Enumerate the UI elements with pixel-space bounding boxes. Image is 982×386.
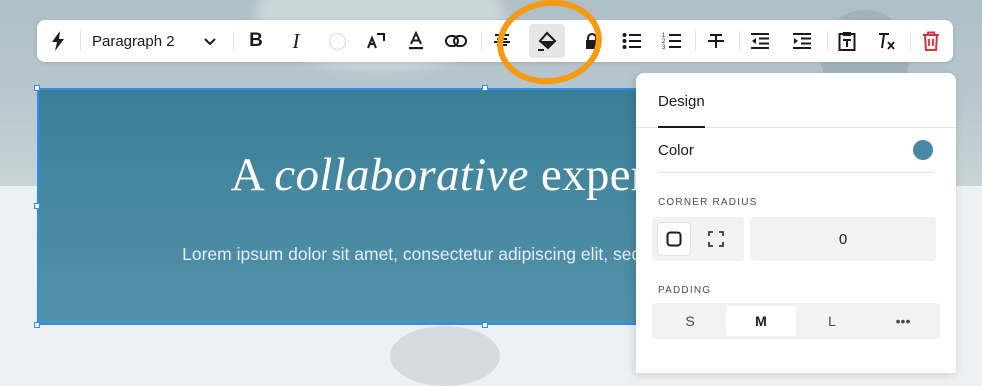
padding-option-m[interactable]: M (726, 306, 796, 336)
chevron-down-icon (204, 33, 216, 50)
paste-text-icon[interactable] (832, 26, 862, 56)
strikethrough-icon[interactable] (701, 26, 731, 56)
numbered-list-icon[interactable]: 123 (657, 26, 687, 56)
background-shape (390, 326, 500, 386)
clear-format-icon[interactable] (872, 26, 902, 56)
resize-handle-bottom-left[interactable] (34, 322, 40, 328)
resize-handle-top[interactable] (482, 85, 488, 91)
padding-label: PADDING (658, 285, 712, 296)
corner-radius-toggle (652, 217, 744, 261)
padding-option-s[interactable]: S (655, 306, 725, 336)
panel-divider (658, 172, 934, 173)
toolbar-divider (233, 31, 234, 51)
toolbar-divider (481, 31, 482, 51)
text-formatting-toolbar: Paragraph 2 B I 123 (37, 20, 953, 62)
padding-more-icon[interactable]: ••• (868, 306, 938, 336)
tab-design[interactable]: Design (658, 93, 705, 110)
align-icon[interactable] (487, 26, 517, 56)
paragraph-style-value: Paragraph 2 (92, 32, 175, 50)
trash-icon[interactable] (916, 26, 946, 56)
text-highlight-icon[interactable] (401, 26, 431, 56)
resize-handle-top-left[interactable] (34, 85, 40, 91)
color-swatch[interactable] (913, 140, 933, 160)
fill-icon[interactable] (529, 24, 565, 58)
bold-icon[interactable]: B (241, 26, 271, 56)
svg-text:3: 3 (662, 45, 666, 51)
uniform-corners-icon[interactable] (658, 223, 690, 255)
design-panel: Design Color CORNER RADIUS 0 PADDING S M… (636, 73, 956, 373)
outdent-icon[interactable] (745, 26, 775, 56)
resize-handle-left[interactable] (34, 203, 40, 209)
indent-icon[interactable] (787, 26, 817, 56)
individual-corners-icon[interactable] (700, 223, 732, 255)
tab-active-indicator (658, 126, 705, 128)
toolbar-divider (827, 31, 828, 51)
lock-icon[interactable] (577, 26, 607, 56)
text-color-icon[interactable] (322, 26, 352, 56)
resize-handle-bottom[interactable] (482, 322, 488, 328)
italic-icon[interactable]: I (281, 26, 311, 56)
bulleted-list-icon[interactable] (617, 26, 647, 56)
toolbar-divider (910, 31, 911, 51)
color-label: Color (658, 142, 694, 159)
corner-radius-label: CORNER RADIUS (658, 197, 758, 208)
corner-radius-input[interactable]: 0 (750, 217, 936, 261)
paragraph-style-dropdown[interactable]: Paragraph 2 (84, 26, 224, 56)
toolbar-divider (80, 31, 81, 51)
toolbar-divider (739, 31, 740, 51)
padding-segmented-control: S M L ••• (652, 303, 940, 339)
toolbar-divider (695, 31, 696, 51)
lightning-icon[interactable] (43, 26, 73, 56)
padding-option-l[interactable]: L (797, 306, 867, 336)
text-size-icon[interactable] (361, 26, 391, 56)
link-icon[interactable] (441, 26, 471, 56)
